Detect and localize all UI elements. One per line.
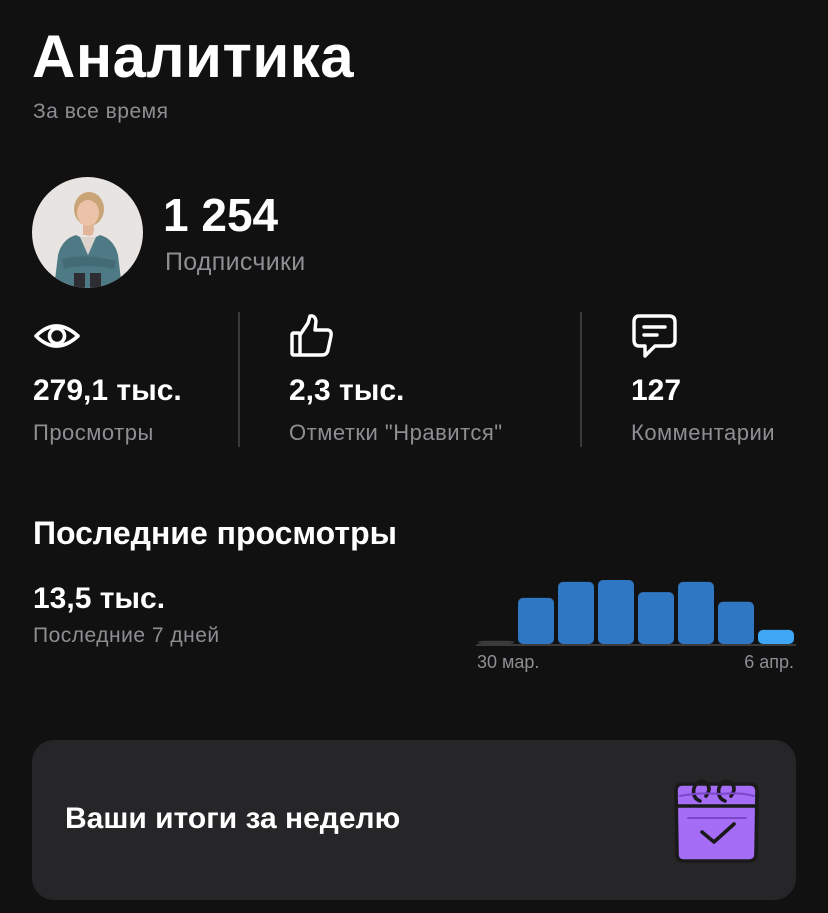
- page-subtitle: За все время: [33, 100, 169, 123]
- chart-bar[interactable]: [598, 580, 634, 644]
- subscribers-label: Подписчики: [165, 248, 306, 276]
- avatar[interactable]: [32, 177, 143, 288]
- chart-bar[interactable]: [518, 597, 554, 644]
- calendar-check-icon: [670, 774, 764, 868]
- chart-bar[interactable]: [678, 581, 714, 644]
- chart-tick-label: 30 мар.: [477, 652, 539, 672]
- divider: [238, 312, 240, 447]
- section-title: Последние просмотры: [33, 515, 397, 551]
- stat-label: Отметки "Нравится": [289, 420, 503, 445]
- chart-bar[interactable]: [758, 629, 794, 644]
- summary-title: Ваши итоги за неделю: [65, 802, 401, 835]
- divider: [580, 312, 582, 447]
- thumbs-up-icon: [289, 312, 337, 360]
- chart-bar[interactable]: [558, 581, 594, 644]
- recent-period-label: Последние 7 дней: [33, 624, 220, 647]
- eye-icon: [33, 312, 81, 360]
- stat-label: Просмотры: [33, 420, 154, 445]
- weekly-summary-card[interactable]: Ваши итоги за неделю: [32, 740, 796, 900]
- chart-bar[interactable]: [638, 592, 674, 644]
- stat-label: Комментарии: [631, 420, 776, 445]
- page-title: Аналитика: [32, 23, 355, 90]
- stat-value: 279,1 тыс.: [33, 374, 182, 407]
- views-chart[interactable]: 30 мар. 6 апр.: [474, 570, 798, 674]
- stat-value: 127: [631, 374, 682, 407]
- recent-views-value: 13,5 тыс.: [33, 582, 166, 615]
- subscribers-count: 1 254: [163, 189, 279, 241]
- stat-value: 2,3 тыс.: [289, 374, 405, 407]
- chart-bar[interactable]: [478, 640, 514, 644]
- comment-icon: [631, 312, 679, 360]
- chart-bar[interactable]: [718, 601, 754, 644]
- chart-tick-label: 6 апр.: [744, 652, 794, 672]
